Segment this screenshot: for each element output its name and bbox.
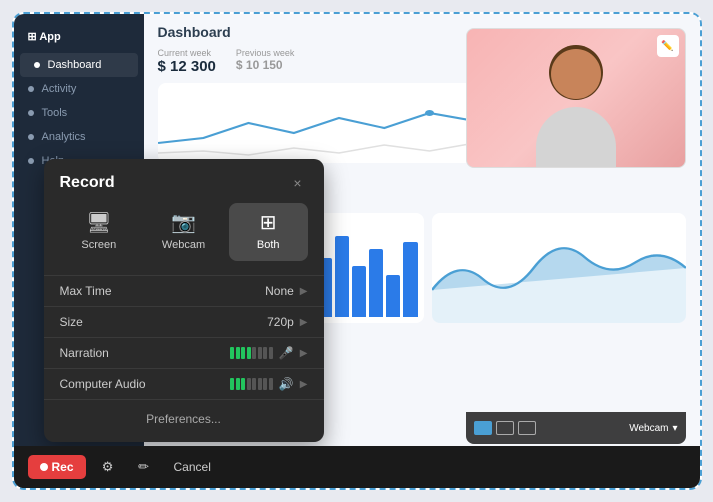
person-body (536, 107, 616, 167)
edit-icon: ✏ (138, 459, 149, 475)
vol-seg-4 (247, 347, 251, 359)
sidebar-label-activity: Activity (42, 83, 77, 95)
narration-label: Narration (60, 346, 231, 360)
setting-narration: Narration 🎤 ▶ (44, 337, 324, 368)
vol-seg-3 (241, 347, 245, 359)
both-icon: ⊞ (260, 213, 277, 233)
speaker-icon: 🔊 (279, 377, 294, 391)
wave-chart (432, 213, 686, 323)
bar-11 (352, 266, 366, 317)
vol-seg-1 (230, 347, 234, 359)
record-title: Record (60, 174, 115, 192)
main-window: ⊞ App Dashboard Activity Tools Analytics… (12, 12, 702, 490)
mode-row: 🖥 Screen 📷 Webcam ⊞ Both (44, 203, 324, 275)
previous-week-stat: Previous week $ 10 150 (236, 48, 295, 75)
gear-icon: ⚙ (102, 459, 114, 475)
setting-max-time: Max Time None ▶ (44, 275, 324, 306)
max-time-label: Max Time (60, 284, 266, 298)
setting-computer-audio: Computer Audio 🔊 ▶ (44, 368, 324, 399)
webcam-edit-button[interactable]: ✏️ (657, 35, 679, 57)
help-icon (28, 158, 34, 164)
ca-vol-seg-1 (230, 378, 234, 390)
webcam-icon: 📷 (171, 213, 196, 233)
current-week-stat: Current week $ 12 300 (158, 48, 216, 75)
preferences-row: Preferences... (44, 399, 324, 432)
sidebar-label-tools: Tools (42, 107, 68, 119)
record-panel: Record × 🖥 Screen 📷 Webcam ⊞ Both Max Ti… (44, 159, 324, 442)
computer-audio-volume-bar (230, 378, 273, 390)
bar-10 (335, 236, 349, 317)
activity-icon (28, 86, 34, 92)
computer-audio-label: Computer Audio (60, 377, 231, 391)
vol-seg-7 (263, 347, 267, 359)
current-week-value: $ 12 300 (158, 58, 216, 75)
previous-week-label: Previous week (236, 48, 295, 58)
max-time-arrow[interactable]: ▶ (300, 286, 308, 297)
ca-vol-seg-8 (269, 378, 273, 390)
ca-vol-seg-2 (236, 378, 240, 390)
mode-both-button[interactable]: ⊞ Both (229, 203, 308, 261)
ca-vol-seg-4 (247, 378, 251, 390)
webcam-controls-bar: Webcam ▾ (466, 412, 686, 444)
ca-vol-seg-6 (258, 378, 262, 390)
webcam-mode-btn-3[interactable] (518, 421, 536, 435)
rec-label: Rec (52, 460, 74, 474)
mode-webcam-button[interactable]: 📷 Webcam (144, 203, 223, 261)
size-label: Size (60, 315, 268, 329)
mode-webcam-label: Webcam (162, 239, 205, 251)
mic-icon: 🎤 (279, 346, 294, 360)
sidebar-item-tools[interactable]: Tools (14, 101, 144, 125)
mode-screen-button[interactable]: 🖥 Screen (60, 203, 139, 261)
webcam-person (467, 29, 685, 167)
webcam-label: Webcam (629, 423, 668, 434)
screen-icon: 🖥 (86, 213, 111, 233)
bar-14 (403, 242, 417, 317)
rec-button[interactable]: Rec (28, 455, 86, 479)
sidebar-item-dashboard[interactable]: Dashboard (20, 53, 138, 77)
home-icon (34, 62, 40, 68)
person-head (551, 49, 601, 99)
vol-seg-8 (269, 347, 273, 359)
size-arrow[interactable]: ▶ (300, 317, 308, 328)
record-close-button[interactable]: × (288, 173, 308, 193)
vol-seg-5 (252, 347, 256, 359)
analytics-icon (28, 134, 34, 140)
setting-size: Size 720p ▶ (44, 306, 324, 337)
size-value: 720p (267, 315, 294, 329)
bar-12 (369, 249, 383, 317)
previous-week-value: $ 10 150 (236, 58, 295, 72)
webcam-mode-btn-2[interactable] (496, 421, 514, 435)
sidebar-logo: ⊞ App (14, 24, 144, 49)
mode-screen-label: Screen (81, 239, 116, 251)
record-header: Record × (44, 159, 324, 203)
sidebar-label-analytics: Analytics (42, 131, 86, 143)
ca-vol-seg-3 (241, 378, 245, 390)
pencil-icon: ✏️ (661, 41, 673, 52)
max-time-value: None (265, 284, 294, 298)
edit-button[interactable]: ✏ (130, 453, 158, 481)
webcam-mode-btn-1[interactable] (474, 421, 492, 435)
ca-vol-seg-7 (263, 378, 267, 390)
tools-icon (28, 110, 34, 116)
settings-button[interactable]: ⚙ (94, 453, 122, 481)
computer-audio-arrow[interactable]: ▶ (300, 379, 308, 390)
vol-seg-6 (258, 347, 262, 359)
bar-13 (386, 275, 400, 318)
current-week-label: Current week (158, 48, 216, 58)
sidebar-label-dashboard: Dashboard (48, 59, 102, 71)
webcam-preview: ✏️ (466, 28, 686, 168)
webcam-dropdown-icon[interactable]: ▾ (672, 423, 677, 434)
rec-dot (40, 463, 48, 471)
sidebar-item-analytics[interactable]: Analytics (14, 125, 144, 149)
mode-both-label: Both (257, 239, 280, 251)
cancel-button[interactable]: Cancel (166, 456, 219, 478)
narration-volume-bar (230, 347, 273, 359)
sidebar-item-activity[interactable]: Activity (14, 77, 144, 101)
bottom-bar: Rec ⚙ ✏ Cancel (14, 446, 700, 488)
preferences-button[interactable]: Preferences... (146, 412, 221, 426)
ca-vol-seg-5 (252, 378, 256, 390)
narration-arrow[interactable]: ▶ (300, 348, 308, 359)
vol-seg-2 (236, 347, 240, 359)
